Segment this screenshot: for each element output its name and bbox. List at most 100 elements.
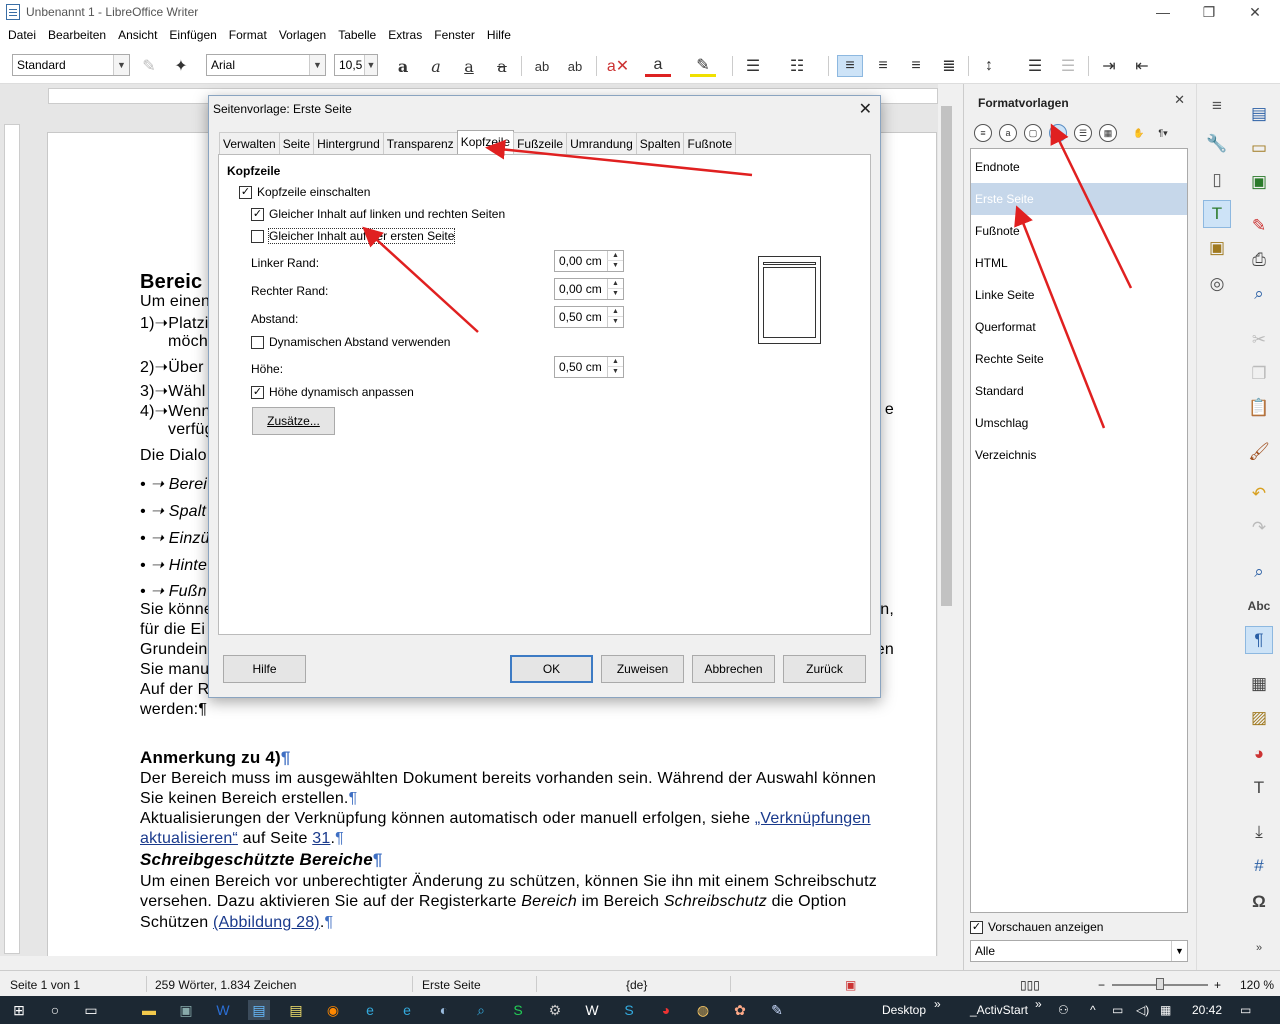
insert-image-icon[interactable]: ▨ — [1245, 704, 1273, 732]
insert-chart-icon[interactable]: ◕ — [1245, 740, 1273, 768]
font-name-select[interactable]: Arial ▼ — [206, 54, 326, 76]
insert-field-icon[interactable]: # — [1245, 852, 1273, 880]
checkbox-icon[interactable] — [251, 335, 264, 349]
same-content-left-right-checkbox[interactable]: ✓ Gleicher Inhalt auf linken und rechten … — [251, 207, 505, 221]
reset-button[interactable]: Zurück — [783, 655, 866, 683]
screenshot-app-icon[interactable]: ◐ — [433, 1000, 455, 1020]
dynamic-spacing-checkbox[interactable]: Dynamischen Abstand verwenden — [251, 335, 450, 349]
underline-icon[interactable]: a — [456, 55, 482, 77]
cancel-button[interactable]: Abbrechen — [692, 655, 775, 683]
page-icon[interactable]: ▯ — [1203, 166, 1231, 194]
decrease-paragraph-spacing-icon[interactable]: ☰ — [1055, 55, 1081, 77]
tab-transparenz[interactable]: Transparenz — [382, 132, 458, 154]
file-explorer-icon[interactable]: ▬ — [138, 1000, 160, 1020]
style-actions-icon[interactable]: ¶▾ — [1154, 124, 1172, 142]
skype-app-icon[interactable]: S — [618, 1000, 640, 1020]
fill-format-mode-icon[interactable]: ✋ — [1130, 124, 1148, 142]
expand-toolbar-icon[interactable]: » — [1245, 934, 1273, 962]
document-modified-icon[interactable]: ▣ — [845, 978, 856, 992]
firefox-app-icon[interactable]: ◉ — [322, 1000, 344, 1020]
writer-app-icon[interactable]: ▤ — [248, 1000, 270, 1020]
bold-icon[interactable]: a — [390, 55, 416, 77]
line-spacing-icon[interactable]: ↕ — [976, 55, 1002, 77]
spelling-icon[interactable]: Abc — [1245, 592, 1273, 620]
menu-format[interactable]: Format — [223, 28, 273, 42]
style-filter-select[interactable]: Alle ▼ — [970, 940, 1188, 962]
style-list-item[interactable]: Querformat — [971, 311, 1187, 343]
autofit-height-checkbox[interactable]: ✓ Höhe dynamisch anpassen — [251, 385, 414, 399]
tab-seite[interactable]: Seite — [278, 132, 315, 154]
checkbox-icon[interactable]: ✓ — [239, 185, 252, 199]
update-style-icon[interactable]: ✎ — [136, 55, 162, 77]
edge-app-icon[interactable]: e — [396, 1000, 418, 1020]
chevron-right-icon[interactable]: » — [1035, 997, 1042, 1011]
paragraph-style-select[interactable]: Standard ▼ — [12, 54, 130, 76]
paste-icon[interactable]: 📋 — [1245, 394, 1273, 422]
settings-app-icon[interactable]: ⚙ — [544, 1000, 566, 1020]
clone-formatting-icon[interactable]: 🖌 — [1245, 438, 1273, 466]
network-icon[interactable]: ▭ — [1112, 1003, 1123, 1017]
tab-hintergrund[interactable]: Hintergrund — [313, 132, 384, 154]
special-character-icon[interactable]: Ω — [1245, 888, 1273, 916]
new-style-icon[interactable]: ✦ — [168, 55, 194, 77]
export-pdf-icon[interactable]: ✎ — [1245, 212, 1273, 240]
menu-fenster[interactable]: Fenster — [428, 28, 481, 42]
search-icon[interactable]: ○ — [44, 1000, 66, 1020]
close-window-button[interactable]: ✕ — [1232, 0, 1278, 24]
spin-down-icon[interactable]: ▼ — [607, 261, 623, 271]
zoom-slider-handle[interactable] — [1156, 978, 1164, 990]
new-document-icon[interactable]: ▤ — [1245, 100, 1273, 128]
notepad-app-icon[interactable]: ▤ — [285, 1000, 307, 1020]
tab-verwalten[interactable]: Verwalten — [219, 132, 280, 154]
desktop-toolbar-label[interactable]: Desktop — [882, 1003, 926, 1017]
page-count[interactable]: Seite 1 von 1 — [10, 978, 80, 992]
save-app-icon[interactable]: ▣ — [175, 1000, 197, 1020]
cross-reference-link[interactable]: „Verknüpfungen — [755, 810, 871, 827]
people-icon[interactable]: ⚇ — [1058, 1003, 1069, 1017]
zoom-level[interactable]: 120 % — [1240, 978, 1274, 992]
internet-explorer-icon[interactable]: e — [359, 1000, 381, 1020]
superscript-icon[interactable]: ab — [529, 55, 555, 77]
paragraph-styles-icon[interactable]: ≡ — [974, 124, 992, 142]
ok-button[interactable]: OK — [510, 655, 593, 683]
find-replace-icon[interactable]: ⌕ — [1245, 558, 1273, 586]
spin-up-icon[interactable]: ▲ — [607, 279, 623, 289]
chevron-down-icon[interactable]: ▼ — [1171, 941, 1187, 961]
tab-kopfzeile[interactable]: Kopfzeile — [456, 130, 515, 154]
vertical-scrollbar[interactable] — [938, 84, 955, 956]
zoom-in-icon[interactable]: + — [1214, 978, 1221, 992]
subscript-icon[interactable]: ab — [562, 55, 588, 77]
close-icon[interactable]: ✕ — [1174, 92, 1185, 108]
word-app-icon[interactable]: W — [212, 1000, 234, 1020]
restore-button[interactable]: ❐ — [1186, 0, 1232, 24]
navigator-icon[interactable]: ◎ — [1203, 270, 1231, 298]
windows-start-icon[interactable]: ⊞ — [8, 1000, 30, 1020]
strikethrough-icon[interactable]: a — [489, 55, 515, 77]
keyboard-icon[interactable]: ▦ — [1160, 1003, 1171, 1017]
page-style[interactable]: Erste Seite — [422, 978, 481, 992]
show-previews-checkbox[interactable]: ✓ Vorschauen anzeigen — [970, 920, 1103, 934]
green-app-icon[interactable]: S — [507, 1000, 529, 1020]
table-styles-icon[interactable]: ▦ — [1099, 124, 1117, 142]
print-preview-icon[interactable]: ⌕ — [1245, 280, 1273, 308]
menu-datei[interactable]: Datei — [2, 28, 42, 42]
style-list-item[interactable]: Rechte Seite — [971, 343, 1187, 375]
height-field[interactable]: 0,50 cm ▲ ▼ — [554, 356, 624, 378]
tab-spalten[interactable]: Spalten — [635, 132, 685, 154]
text-language[interactable]: {de} — [626, 978, 647, 992]
spin-up-icon[interactable]: ▲ — [607, 307, 623, 317]
insert-textbox-icon[interactable]: T — [1245, 774, 1273, 802]
open-icon[interactable]: ▭ — [1245, 134, 1273, 162]
header-on-checkbox[interactable]: ✓ Kopfzeile einschalten — [239, 185, 370, 199]
checkbox-icon[interactable]: ✓ — [970, 920, 983, 934]
figure-reference-link[interactable]: (Abbildung 28) — [213, 914, 320, 931]
clock-time[interactable]: 20:42 — [1192, 1003, 1222, 1017]
word-app-icon-2[interactable]: W — [581, 1000, 603, 1020]
word-count[interactable]: 259 Wörter, 1.834 Zeichen — [155, 978, 296, 992]
menu-tabelle[interactable]: Tabelle — [332, 28, 382, 42]
style-list-item[interactable]: HTML — [971, 247, 1187, 279]
menu-ansicht[interactable]: Ansicht — [112, 28, 163, 42]
apply-button[interactable]: Zuweisen — [601, 655, 684, 683]
style-list-item[interactable]: Umschlag — [971, 407, 1187, 439]
style-list-item[interactable]: Standard — [971, 375, 1187, 407]
